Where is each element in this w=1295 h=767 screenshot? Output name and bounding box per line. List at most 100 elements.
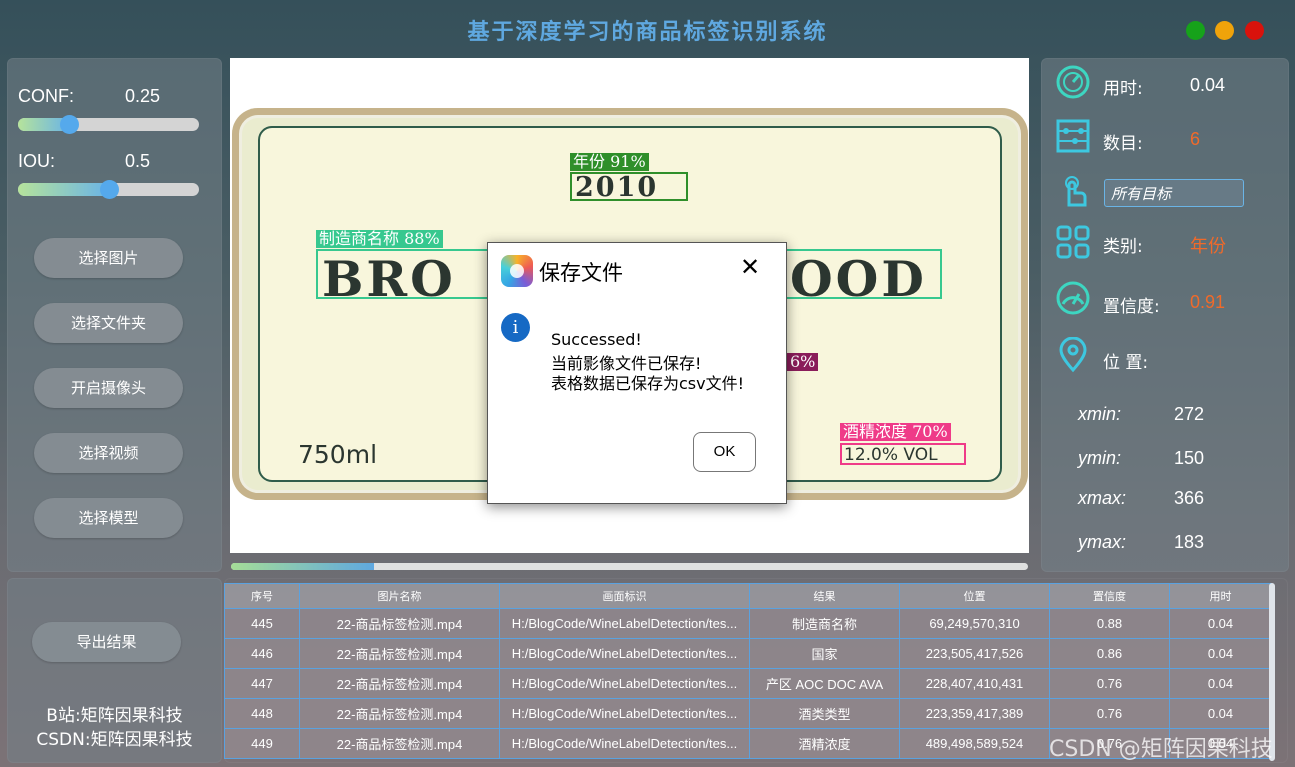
table-cell: H:/BlogCode/WineLabelDetection/tes... <box>499 668 750 699</box>
table-cell: 0.04 <box>1169 698 1272 729</box>
open-camera-button[interactable]: 开启摄像头 <box>34 368 183 408</box>
table-cell: 22-商品标签检测.mp4 <box>299 668 500 699</box>
maximize-button[interactable] <box>1215 21 1234 40</box>
dialog-message-line-1: Successed! <box>551 330 642 349</box>
table-cell: 22-商品标签检测.mp4 <box>299 608 500 639</box>
dialog-close-icon[interactable]: ✕ <box>740 255 760 279</box>
table-cell: 228,407,410,431 <box>899 668 1050 699</box>
detection-tag-year: 年份 91% <box>570 153 649 171</box>
table-cell: 223,505,417,526 <box>899 638 1050 669</box>
time-label: 用时: <box>1103 79 1143 99</box>
title-bar: 基于深度学习的商品标签识别系统 <box>0 0 1295 58</box>
iou-value: 0.5 <box>125 151 151 171</box>
xmax-value: 366 <box>1174 488 1205 508</box>
settings-panel: CONF: 0.25 IOU: 0.5 选择图片 选择文件夹 开启摄像头 选择视… <box>7 58 222 572</box>
table-cell: H:/BlogCode/WineLabelDetection/tes... <box>499 608 750 639</box>
confidence-label: 置信度: <box>1103 297 1160 317</box>
table-cell: 0.04 <box>1169 608 1272 639</box>
gauge-icon <box>1056 281 1090 315</box>
table-cell: H:/BlogCode/WineLabelDetection/tes... <box>499 698 750 729</box>
column-header-frame-id[interactable]: 画面标识 <box>499 583 750 609</box>
detection-tag-manufacturer: 制造商名称 88% <box>316 230 443 248</box>
table-cell: 446 <box>224 638 300 669</box>
app-logo-icon <box>501 255 533 287</box>
table-header-row: 序号 图片名称 画面标识 结果 位置 置信度 用时 <box>224 583 1272 609</box>
grid-icon <box>1056 225 1090 259</box>
select-folder-button[interactable]: 选择文件夹 <box>34 303 183 343</box>
table-row[interactable]: 445 22-商品标签检测.mp4 H:/BlogCode/WineLabelD… <box>224 608 1272 639</box>
speedometer-icon <box>1056 65 1090 99</box>
minimize-button[interactable] <box>1186 21 1205 40</box>
table-cell: 489,498,589,524 <box>899 728 1050 759</box>
ymax-value: 183 <box>1174 532 1205 552</box>
save-file-dialog: 保存文件 ✕ i Successed! 当前影像文件已保存! 表格数据已保存为c… <box>487 242 787 504</box>
results-info-panel: 用时: 0.04 数目: 6 所有目标 类别: 年份 置信度: 0.91 位 置… <box>1041 58 1289 572</box>
table-cell: 445 <box>224 608 300 639</box>
table-cell: 449 <box>224 728 300 759</box>
conf-slider[interactable] <box>18 118 199 131</box>
count-value: 6 <box>1190 129 1201 149</box>
table-cell: 酒类类型 <box>749 698 900 729</box>
conf-label: CONF: <box>18 86 74 106</box>
bilibili-credit: B站:矩阵因果科技 <box>46 706 183 726</box>
table-cell: 223,359,417,389 <box>899 698 1050 729</box>
column-header-result[interactable]: 结果 <box>749 583 900 609</box>
ymin-value: 150 <box>1174 448 1205 468</box>
select-image-button[interactable]: 选择图片 <box>34 238 183 278</box>
label-volume-text: 750ml <box>298 440 378 469</box>
detection-box-year <box>570 172 688 201</box>
select-model-button[interactable]: 选择模型 <box>34 498 183 538</box>
count-label: 数目: <box>1103 134 1143 154</box>
category-value: 年份 <box>1190 236 1226 256</box>
table-cell: 0.76 <box>1049 698 1170 729</box>
column-header-position[interactable]: 位置 <box>899 583 1050 609</box>
table-cell: 0.04 <box>1169 668 1272 699</box>
export-results-button[interactable]: 导出结果 <box>32 622 181 662</box>
table-cell: 447 <box>224 668 300 699</box>
table-cell: 国家 <box>749 638 900 669</box>
column-header-index[interactable]: 序号 <box>224 583 300 609</box>
table-row[interactable]: 448 22-商品标签检测.mp4 H:/BlogCode/WineLabelD… <box>224 698 1272 729</box>
detection-box-alcohol <box>840 443 966 465</box>
detection-tag-partial: 6% <box>787 353 819 371</box>
table-cell: H:/BlogCode/WineLabelDetection/tes... <box>499 728 750 759</box>
info-icon: i <box>501 313 530 342</box>
xmin-label: xmin: <box>1078 404 1122 424</box>
table-cell: 448 <box>224 698 300 729</box>
xmin-value: 272 <box>1174 404 1205 424</box>
table-cell: 22-商品标签检测.mp4 <box>299 728 500 759</box>
position-label: 位 置: <box>1103 353 1149 373</box>
table-cell: 69,249,570,310 <box>899 608 1050 639</box>
table-row[interactable]: 446 22-商品标签检测.mp4 H:/BlogCode/WineLabelD… <box>224 638 1272 669</box>
location-pin-icon <box>1059 337 1087 373</box>
target-select[interactable]: 所有目标 <box>1104 179 1244 207</box>
xmax-label: xmax: <box>1078 488 1127 508</box>
export-panel: 导出结果 B站:矩阵因果科技 CSDN:矩阵因果科技 <box>7 578 222 763</box>
table-cell: 0.04 <box>1169 638 1272 669</box>
iou-slider-handle[interactable] <box>100 180 119 199</box>
video-progress-bar[interactable] <box>231 563 1028 570</box>
csdn-watermark: CSDN @矩阵因果科技 <box>1049 737 1273 762</box>
table-cell: H:/BlogCode/WineLabelDetection/tes... <box>499 638 750 669</box>
table-cell: 制造商名称 <box>749 608 900 639</box>
conf-slider-handle[interactable] <box>60 115 79 134</box>
detection-tag-alcohol: 酒精浓度 70% <box>840 423 951 441</box>
confidence-value: 0.91 <box>1190 292 1226 312</box>
column-header-image-name[interactable]: 图片名称 <box>299 583 500 609</box>
table-cell: 0.76 <box>1049 668 1170 699</box>
close-button[interactable] <box>1245 21 1264 40</box>
column-header-confidence[interactable]: 置信度 <box>1049 583 1170 609</box>
dialog-ok-button[interactable]: OK <box>693 432 756 472</box>
select-video-button[interactable]: 选择视频 <box>34 433 183 473</box>
app-title: 基于深度学习的商品标签识别系统 <box>467 19 828 45</box>
iou-slider-fill <box>18 183 109 196</box>
table-cell: 22-商品标签检测.mp4 <box>299 698 500 729</box>
column-header-time[interactable]: 用时 <box>1169 583 1272 609</box>
abacus-icon <box>1056 119 1090 153</box>
video-progress-fill <box>231 563 375 570</box>
conf-value: 0.25 <box>125 86 161 106</box>
table-row[interactable]: 447 22-商品标签检测.mp4 H:/BlogCode/WineLabelD… <box>224 668 1272 699</box>
category-label: 类别: <box>1103 237 1143 257</box>
dialog-message-line-3: 表格数据已保存为csv文件! <box>551 374 745 393</box>
ymin-label: ymin: <box>1078 448 1122 468</box>
